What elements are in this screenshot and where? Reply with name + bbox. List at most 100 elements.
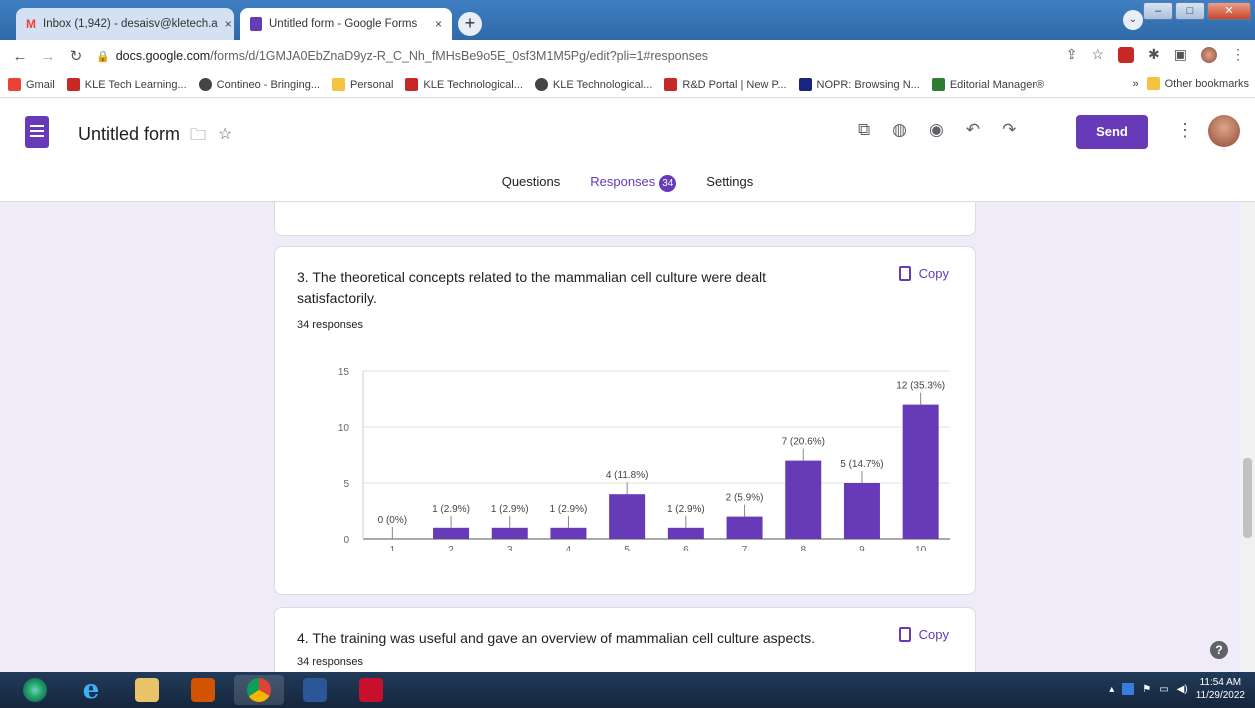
form-title[interactable]: Untitled form bbox=[78, 124, 180, 145]
data-label: 1 (2.9%) bbox=[432, 504, 470, 515]
browser-tab-strip: M Inbox (1,942) - desaisv@kletech.a × Un… bbox=[0, 0, 1255, 40]
tab-google-forms[interactable]: Untitled form - Google Forms × bbox=[240, 8, 452, 40]
bookmark-item[interactable]: R&D Portal | New P... bbox=[664, 78, 787, 91]
account-avatar[interactable] bbox=[1208, 115, 1240, 147]
move-to-folder-icon[interactable]: 🗀 bbox=[190, 124, 206, 151]
tab-label: Inbox (1,942) - desaisv@kletech.a bbox=[43, 18, 218, 30]
x-tick-label: 8 bbox=[800, 545, 806, 551]
tab-settings[interactable]: Settings bbox=[702, 174, 757, 205]
page-scrollbar[interactable] bbox=[1240, 202, 1255, 672]
question-text: 4. The training was useful and gave an o… bbox=[297, 630, 816, 646]
x-tick-label: 2 bbox=[448, 545, 454, 551]
start-button[interactable] bbox=[10, 675, 60, 705]
url-host: docs.google.com bbox=[115, 49, 211, 63]
tab-search-icon[interactable]: ⌄ bbox=[1123, 10, 1143, 30]
data-label: 7 (20.6%) bbox=[782, 437, 825, 448]
star-icon[interactable]: ☆ bbox=[218, 124, 232, 151]
bookmark-favicon bbox=[664, 78, 678, 91]
bar bbox=[491, 527, 528, 539]
help-icon[interactable]: ? bbox=[1210, 641, 1228, 659]
taskbar-chrome[interactable] bbox=[234, 675, 284, 705]
tab-label: Untitled form - Google Forms bbox=[269, 18, 418, 30]
gmail-icon: M bbox=[26, 17, 36, 31]
bookmark-item[interactable]: Gmail bbox=[8, 78, 55, 91]
tab-questions[interactable]: Questions bbox=[498, 174, 565, 205]
forms-icon bbox=[250, 17, 262, 31]
extension-icon[interactable] bbox=[1118, 46, 1135, 63]
address-bar[interactable]: 🔒 docs.google.com/forms/d/1GMJA0EbZnaD9y… bbox=[96, 49, 708, 63]
media-player-icon bbox=[191, 678, 215, 702]
responses-content: 3. The theoretical concepts related to t… bbox=[0, 202, 1255, 672]
tab-gmail-inbox[interactable]: M Inbox (1,942) - desaisv@kletech.a × bbox=[16, 8, 234, 40]
clock[interactable]: 11:54 AM 11/29/2022 bbox=[1196, 676, 1245, 702]
skype-icon[interactable] bbox=[1122, 683, 1135, 695]
data-label: 1 (2.9%) bbox=[550, 504, 588, 515]
close-window-button[interactable]: ✕ bbox=[1207, 2, 1251, 20]
bookmark-folder[interactable]: Personal bbox=[332, 78, 393, 91]
close-tab-icon[interactable]: × bbox=[225, 17, 232, 31]
y-tick-label: 15 bbox=[338, 367, 350, 378]
bar bbox=[667, 527, 704, 539]
windows-logo-icon bbox=[23, 678, 47, 702]
redo-icon[interactable]: ↷ bbox=[1002, 120, 1016, 140]
taskbar-acrobat[interactable] bbox=[346, 675, 396, 705]
network-icon[interactable]: ▭ bbox=[1159, 684, 1168, 695]
bar bbox=[726, 516, 763, 539]
close-tab-icon[interactable]: × bbox=[435, 17, 442, 31]
response-count: 34 responses bbox=[297, 319, 364, 331]
word-icon bbox=[303, 678, 327, 702]
more-options-icon[interactable]: ⋮ bbox=[1176, 120, 1194, 141]
profile-avatar[interactable] bbox=[1201, 46, 1217, 63]
reload-icon[interactable]: ↻ bbox=[62, 47, 90, 65]
side-panel-icon[interactable]: ▣ bbox=[1174, 46, 1187, 63]
volume-icon[interactable]: ◀) bbox=[1177, 684, 1188, 695]
windows-taskbar: e ▴ ⚑ ▭ ◀) 11:54 AM 11/29/2022 bbox=[0, 672, 1255, 708]
bookmark-item[interactable]: KLE Tech Learning... bbox=[66, 78, 187, 91]
extensions-puzzle-icon[interactable]: ✱ bbox=[1148, 46, 1160, 63]
new-tab-button[interactable]: + bbox=[458, 12, 482, 36]
undo-icon[interactable]: ↶ bbox=[966, 120, 980, 140]
taskbar-word[interactable] bbox=[290, 675, 340, 705]
responses-bar-chart: 0 5 10 15 0 (0%) 1 1 (2.9%) 2 1 (2.9%) 3 1 (2.9%) 4… bbox=[338, 367, 950, 551]
taskbar-explorer[interactable] bbox=[122, 675, 172, 705]
x-tick-label: 4 bbox=[566, 545, 572, 551]
add-ons-icon[interactable]: ⧉ bbox=[858, 120, 870, 140]
system-tray: ▴ ⚑ ▭ ◀) 11:54 AM 11/29/2022 bbox=[1109, 676, 1245, 702]
other-bookmarks-folder[interactable]: Other bookmarks bbox=[1146, 77, 1249, 90]
globe-icon bbox=[198, 78, 212, 91]
share-icon[interactable]: ⇪ bbox=[1066, 46, 1078, 63]
clock-time: 11:54 AM bbox=[1199, 677, 1242, 688]
copy-chart-button[interactable]: Copy bbox=[898, 266, 949, 281]
google-forms-logo-icon[interactable] bbox=[25, 116, 49, 148]
scrollbar-thumb[interactable] bbox=[1243, 458, 1252, 538]
browser-menu-icon[interactable]: ⋮ bbox=[1231, 46, 1245, 63]
bookmark-item[interactable]: Editorial Manager® bbox=[931, 78, 1044, 91]
preview-eye-icon[interactable]: ◉ bbox=[929, 120, 944, 140]
globe-icon bbox=[534, 78, 548, 91]
bookmark-item[interactable]: NOPR: Browsing N... bbox=[798, 78, 920, 91]
bookmark-favicon bbox=[405, 78, 419, 91]
maximize-button[interactable]: □ bbox=[1175, 2, 1205, 20]
bar bbox=[550, 527, 587, 539]
bookmark-item[interactable]: Contineo - Bringing... bbox=[198, 78, 320, 91]
bar bbox=[785, 460, 822, 539]
y-tick-label: 0 bbox=[343, 535, 349, 546]
bookmarks-overflow-button[interactable]: » bbox=[1133, 78, 1139, 90]
gmail-icon bbox=[8, 78, 21, 91]
customize-theme-icon[interactable]: ◍ bbox=[892, 120, 907, 140]
forward-icon[interactable]: → bbox=[34, 48, 62, 65]
show-hidden-icons[interactable]: ▴ bbox=[1109, 684, 1114, 695]
back-icon[interactable]: ← bbox=[6, 48, 34, 65]
bookmark-item[interactable]: KLE Technological... bbox=[405, 78, 523, 91]
copy-chart-button[interactable]: Copy bbox=[898, 627, 949, 642]
data-label: 5 (14.7%) bbox=[840, 459, 883, 470]
bookmark-item[interactable]: KLE Technological... bbox=[534, 78, 652, 91]
tab-responses[interactable]: Responses 34 bbox=[586, 174, 681, 205]
minimize-button[interactable]: – bbox=[1143, 2, 1173, 20]
flag-icon[interactable]: ⚑ bbox=[1142, 684, 1151, 695]
taskbar-ie[interactable]: e bbox=[66, 675, 116, 705]
send-button[interactable]: Send bbox=[1076, 115, 1148, 149]
taskbar-media[interactable] bbox=[178, 675, 228, 705]
data-label: 1 (2.9%) bbox=[667, 504, 705, 515]
bookmark-star-icon[interactable]: ☆ bbox=[1091, 46, 1104, 63]
